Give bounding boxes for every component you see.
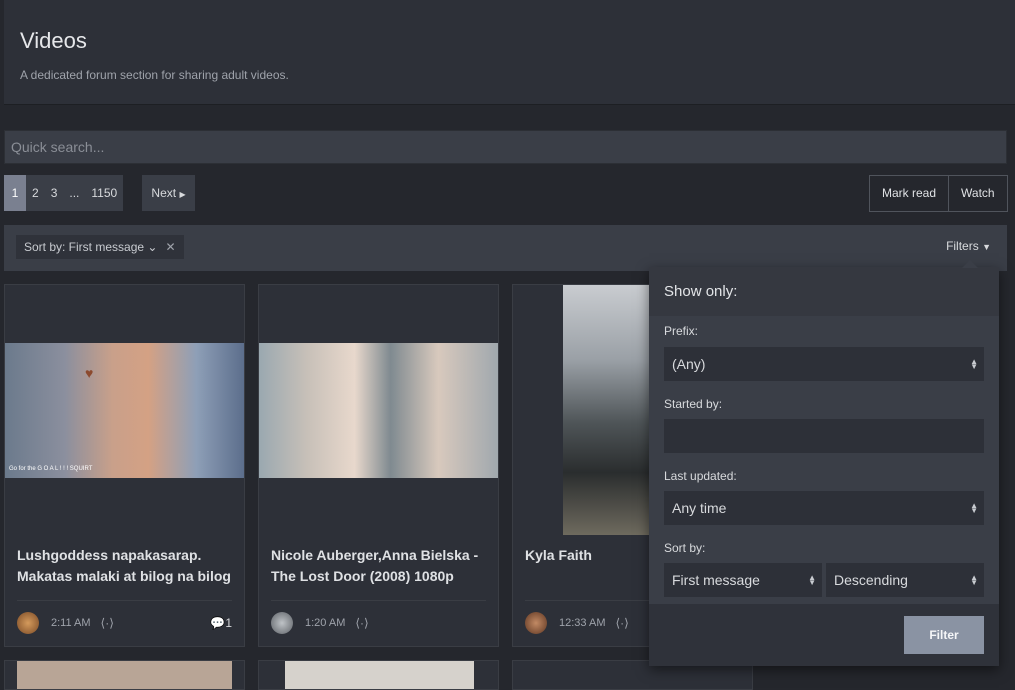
thread-actions: Mark read Watch bbox=[869, 175, 1008, 212]
select-arrows-icon: ▲ ▼ bbox=[970, 500, 978, 515]
thread-card[interactable]: Nicole Auberger,Anna Bielska - The Lost … bbox=[258, 284, 499, 647]
thumbnail-caption: Go for the G O A L ! ! ! SQUIRT bbox=[9, 466, 93, 472]
page-ellipsis[interactable]: ... bbox=[63, 175, 85, 211]
chevron-down-icon: ⌄ bbox=[144, 240, 158, 254]
sort-field-value: First message bbox=[672, 572, 760, 588]
last-updated-select[interactable]: Any time ▲ ▼ bbox=[664, 491, 984, 525]
thread-card[interactable]: ♥ Go for the G O A L ! ! ! SQUIRT Lushgo… bbox=[4, 284, 245, 647]
share-icon[interactable]: ⟨·⟩ bbox=[355, 616, 368, 630]
avatar[interactable] bbox=[271, 612, 293, 634]
filter-footer: Filter bbox=[649, 604, 999, 666]
watch-button[interactable]: Watch bbox=[948, 176, 1007, 211]
prefix-select[interactable]: (Any) ▲ ▼ bbox=[664, 347, 984, 381]
mark-read-button[interactable]: Mark read bbox=[870, 176, 948, 211]
select-arrows-icon: ▲ ▼ bbox=[970, 356, 978, 371]
sort-order-value: Descending bbox=[834, 572, 908, 588]
filter-button[interactable]: Filter bbox=[904, 616, 984, 654]
select-arrows-icon: ▲ ▼ bbox=[808, 572, 816, 587]
thread-time: 2:11 AM bbox=[51, 617, 91, 629]
next-label: Next bbox=[151, 186, 177, 200]
thread-time: 12:33 AM bbox=[559, 617, 606, 629]
avatar[interactable] bbox=[525, 612, 547, 634]
page-1[interactable]: 1 bbox=[4, 175, 26, 211]
page-description: A dedicated forum section for sharing ad… bbox=[20, 68, 289, 82]
avatar[interactable] bbox=[17, 612, 39, 634]
page-2[interactable]: 2 bbox=[26, 175, 45, 211]
filters-toggle[interactable]: Filters ▼ bbox=[946, 239, 991, 253]
filter-bar: Sort by: First message ⌄ ✕ Filters ▼ bbox=[4, 225, 1007, 271]
filter-popup: Show only: Prefix: (Any) ▲ ▼ Started by: … bbox=[649, 260, 999, 666]
started-by-label: Started by: bbox=[664, 397, 723, 411]
thread-time: 1:20 AM bbox=[305, 617, 346, 629]
comment-icon: 💬 bbox=[210, 616, 226, 630]
video-thumbnail[interactable]: ♥ Go for the G O A L ! ! ! SQUIRT bbox=[5, 343, 244, 478]
share-icon[interactable]: ⟨·⟩ bbox=[101, 616, 114, 630]
last-updated-value: Any time bbox=[672, 500, 727, 516]
prefix-value: (Any) bbox=[672, 356, 706, 372]
quick-search-input[interactable] bbox=[5, 131, 1006, 163]
sort-order-select[interactable]: Descending ▲ ▼ bbox=[826, 563, 984, 597]
reply-count: 💬1 bbox=[210, 616, 232, 630]
heart-icon: ♥ bbox=[85, 365, 94, 381]
sort-chip-label: Sort by: First message bbox=[24, 240, 145, 254]
quick-search[interactable] bbox=[4, 130, 1007, 164]
next-page-button[interactable]: Next ▶ bbox=[142, 175, 195, 211]
select-arrows-icon: ▲ ▼ bbox=[970, 572, 978, 587]
sort-by-label: Sort by: bbox=[664, 541, 706, 555]
video-thumbnail[interactable] bbox=[259, 343, 498, 478]
caret-right-icon: ▶ bbox=[179, 190, 186, 199]
page-title: Videos bbox=[20, 28, 87, 53]
divider bbox=[17, 600, 232, 601]
started-by-input[interactable] bbox=[664, 419, 984, 453]
last-updated-label: Last updated: bbox=[664, 469, 737, 483]
sort-field-select[interactable]: First message ▲ ▼ bbox=[664, 563, 822, 597]
share-icon[interactable]: ⟨·⟩ bbox=[615, 616, 628, 630]
thread-meta: 2:11 AM ⟨·⟩ 💬1 bbox=[17, 611, 232, 635]
page-header: Videos A dedicated forum section for sha… bbox=[4, 0, 1015, 105]
page-3[interactable]: 3 bbox=[45, 175, 64, 211]
filter-heading: Show only: bbox=[649, 267, 999, 316]
pagination: 1 2 3 ... 1150 bbox=[4, 175, 124, 211]
divider bbox=[271, 600, 486, 601]
thread-meta: 1:20 AM ⟨·⟩ bbox=[271, 611, 486, 635]
popup-arrow bbox=[962, 260, 978, 268]
caret-down-icon: ▼ bbox=[982, 242, 991, 252]
reply-count-value: 1 bbox=[225, 616, 232, 630]
thread-title[interactable]: Nicole Auberger,Anna Bielska - The Lost … bbox=[271, 545, 486, 587]
thread-title[interactable]: Lushgoddess napakasarap. Makatas malaki … bbox=[17, 545, 232, 587]
close-icon[interactable]: ✕ bbox=[165, 240, 175, 254]
prefix-label: Prefix: bbox=[664, 324, 699, 338]
page-last[interactable]: 1150 bbox=[85, 175, 123, 211]
sort-chip[interactable]: Sort by: First message ⌄ ✕ bbox=[16, 235, 184, 259]
filters-label: Filters bbox=[946, 239, 979, 253]
